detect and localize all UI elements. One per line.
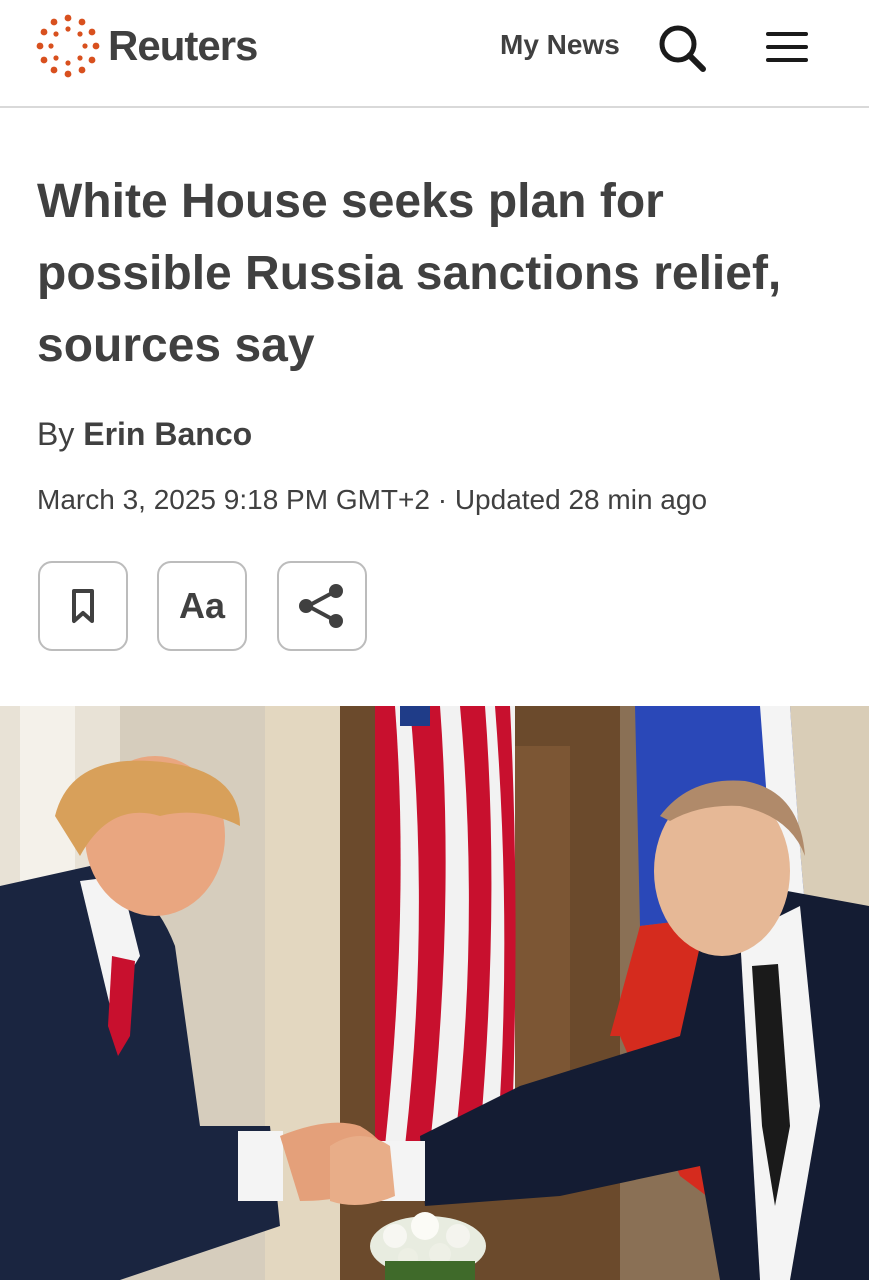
menu-icon[interactable]: [764, 28, 810, 66]
article-dateline: March 3, 2025 9:18 PM GMT+2 · Updated 28…: [37, 484, 708, 515]
search-icon[interactable]: [656, 22, 708, 74]
top-header: Reuters My News: [0, 0, 869, 108]
bookmark-icon: [72, 589, 94, 623]
brand-name[interactable]: Reuters: [108, 22, 258, 70]
article-photo[interactable]: [0, 706, 869, 1280]
reuters-logo[interactable]: [36, 14, 100, 78]
author-link[interactable]: Erin Banco: [83, 416, 252, 452]
share-icon: [299, 584, 343, 628]
my-news-link[interactable]: My News: [500, 29, 620, 61]
bookmark-button[interactable]: [38, 561, 128, 651]
byline: By Erin Banco: [37, 416, 252, 453]
text-size-button[interactable]: Aa: [157, 561, 247, 651]
byline-prefix: By: [37, 416, 75, 452]
article-headline: White House seeks plan for possible Russ…: [37, 175, 782, 372]
share-button[interactable]: [277, 561, 367, 651]
